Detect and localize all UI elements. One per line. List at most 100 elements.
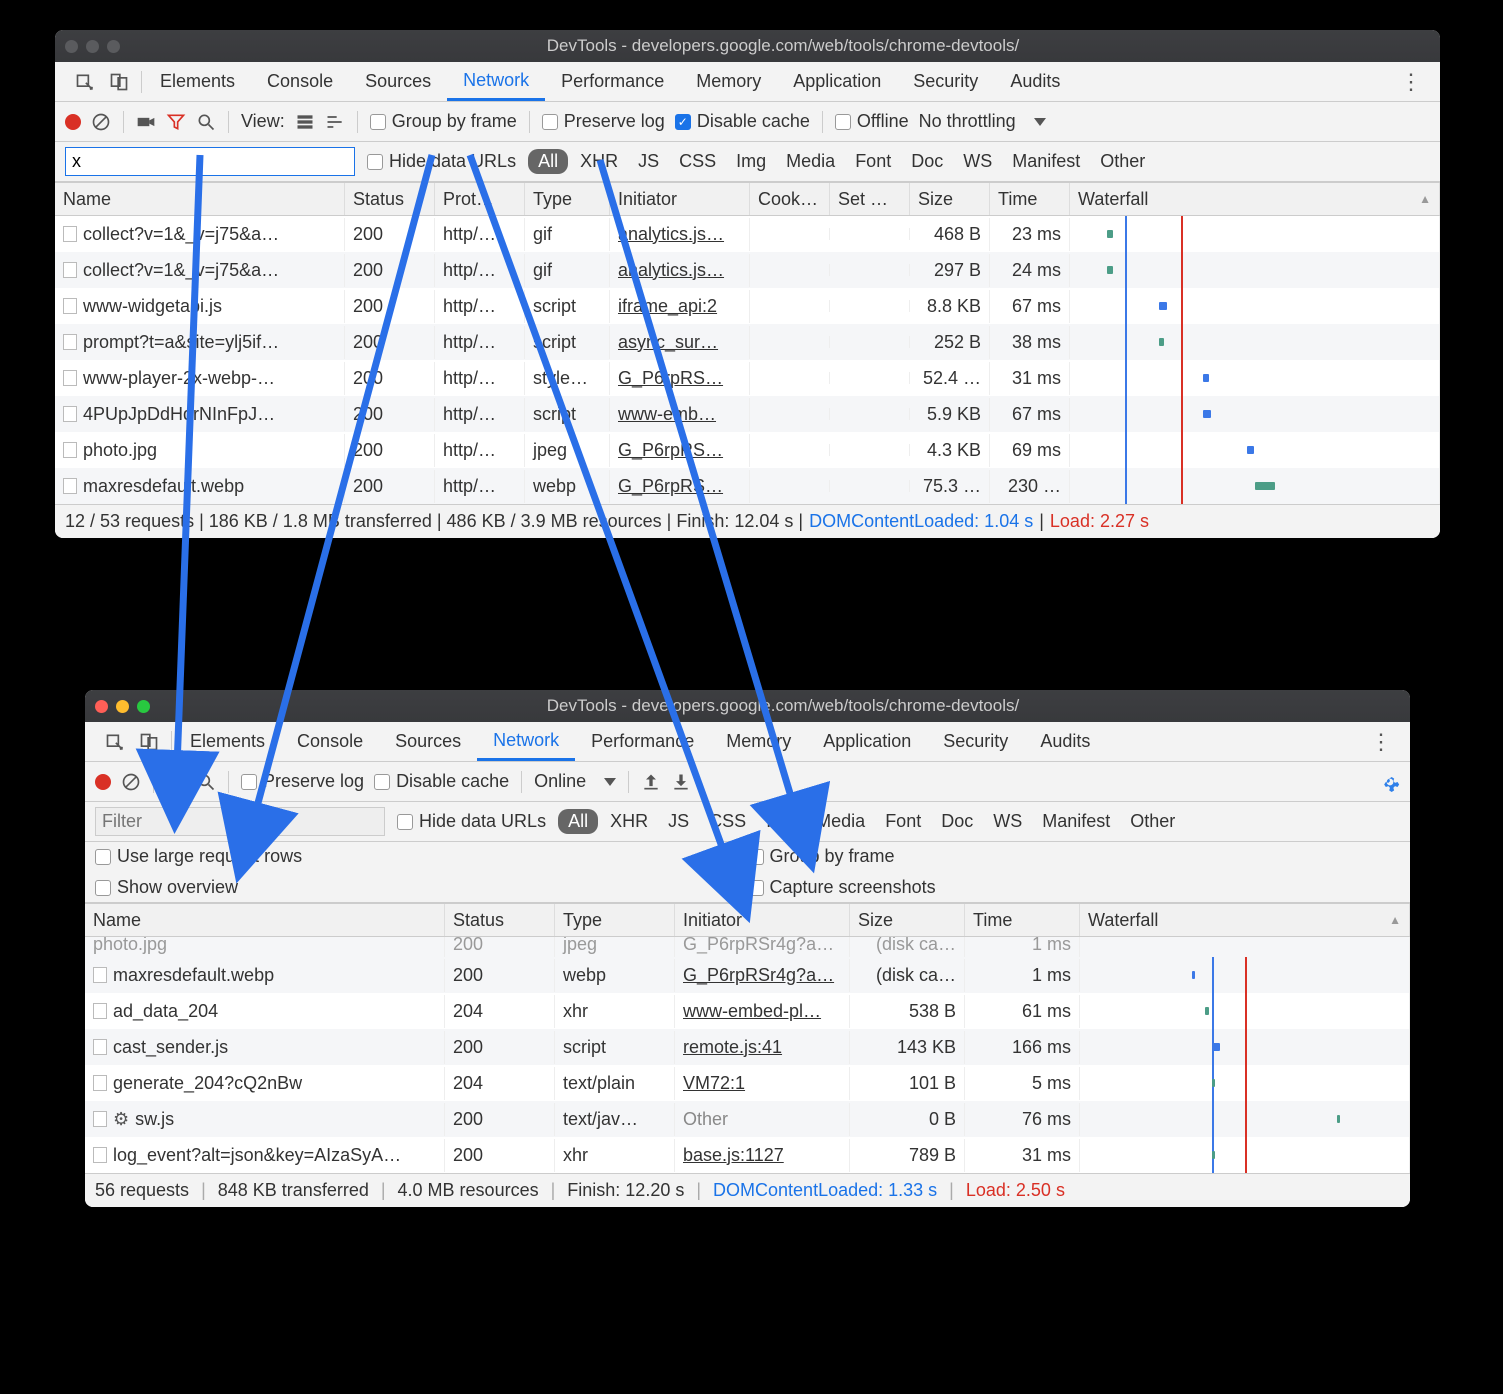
column-header[interactable]: Status xyxy=(445,904,555,936)
tab-console[interactable]: Console xyxy=(281,722,379,761)
initiator-link[interactable]: www-emb… xyxy=(618,404,716,425)
initiator-link[interactable]: remote.js:41 xyxy=(683,1037,782,1058)
filter-chip-xhr[interactable]: XHR xyxy=(602,809,656,834)
tab-performance[interactable]: Performance xyxy=(575,722,710,761)
table-row[interactable]: 4PUpJpDdHqrNInFpJ…200http/…scriptwww-emb… xyxy=(55,396,1440,432)
column-header[interactable]: Name xyxy=(55,183,345,215)
table-row[interactable]: ⚙sw.js200text/jav…Other0 B76 ms xyxy=(85,1101,1410,1137)
column-header[interactable]: Waterfall▲ xyxy=(1070,183,1440,215)
tab-network[interactable]: Network xyxy=(447,62,545,101)
column-header[interactable]: Size xyxy=(910,183,990,215)
table-row[interactable]: www-widgetapi.js200http/…scriptiframe_ap… xyxy=(55,288,1440,324)
column-header[interactable]: Initiator xyxy=(610,183,750,215)
tab-memory[interactable]: Memory xyxy=(680,62,777,101)
group-by-frame-checkbox[interactable]: Group by frame xyxy=(370,111,517,132)
table-row[interactable]: collect?v=1&_v=j75&a…200http/…gifanalyti… xyxy=(55,216,1440,252)
more-menu-icon[interactable]: ⋮ xyxy=(1392,69,1430,95)
tab-security[interactable]: Security xyxy=(927,722,1024,761)
initiator-link[interactable]: analytics.js… xyxy=(618,260,724,281)
show-overview-checkbox[interactable]: Show overview xyxy=(95,877,748,898)
column-header[interactable]: Name xyxy=(85,904,445,936)
close-dot[interactable] xyxy=(65,40,78,53)
column-header[interactable]: Waterfall▲ xyxy=(1080,904,1410,936)
tab-application[interactable]: Application xyxy=(777,62,897,101)
column-header[interactable]: Type xyxy=(525,183,610,215)
initiator-link[interactable]: G_P6rpRS… xyxy=(618,368,723,389)
filter-chip-all[interactable]: All xyxy=(528,149,568,174)
tab-application[interactable]: Application xyxy=(807,722,927,761)
more-menu-icon[interactable]: ⋮ xyxy=(1362,729,1400,755)
column-header[interactable]: Time xyxy=(965,904,1080,936)
column-header[interactable]: Set … xyxy=(830,183,910,215)
download-har-icon[interactable] xyxy=(671,772,691,792)
tab-audits[interactable]: Audits xyxy=(1024,722,1106,761)
initiator-link[interactable]: base.js:1127 xyxy=(683,1145,784,1166)
filter-chip-other[interactable]: Other xyxy=(1092,149,1153,174)
search-icon[interactable] xyxy=(196,772,216,792)
search-icon[interactable] xyxy=(196,112,216,132)
filter-chip-js[interactable]: JS xyxy=(660,809,697,834)
camera-icon[interactable] xyxy=(136,112,156,132)
minimize-dot[interactable] xyxy=(116,700,129,713)
overview-icon[interactable] xyxy=(325,112,345,132)
initiator-link[interactable]: G_P6rpRSr4g?a… xyxy=(683,965,834,986)
tab-sources[interactable]: Sources xyxy=(379,722,477,761)
large-rows-checkbox[interactable]: Use large request rows xyxy=(95,846,748,867)
preserve-log-checkbox[interactable]: Preserve log xyxy=(542,111,665,132)
tab-security[interactable]: Security xyxy=(897,62,994,101)
table-row[interactable]: log_event?alt=json&key=AIzaSyA…200xhrbas… xyxy=(85,1137,1410,1173)
throttling-select[interactable]: No throttling xyxy=(919,111,1046,132)
filter-chip-css[interactable]: CSS xyxy=(701,809,754,834)
hide-data-urls-checkbox[interactable]: Hide data URLs xyxy=(367,151,516,172)
zoom-dot[interactable] xyxy=(137,700,150,713)
filter-chip-font[interactable]: Font xyxy=(847,149,899,174)
filter-chip-css[interactable]: CSS xyxy=(671,149,724,174)
initiator-link[interactable]: async_sur… xyxy=(618,332,718,353)
column-header[interactable]: Time xyxy=(990,183,1070,215)
table-row[interactable]: generate_204?cQ2nBw204text/plainVM72:110… xyxy=(85,1065,1410,1101)
clear-icon[interactable] xyxy=(91,112,111,132)
filter-chip-all[interactable]: All xyxy=(558,809,598,834)
table-row[interactable]: collect?v=1&_v=j75&a…200http/…gifanalyti… xyxy=(55,252,1440,288)
column-header[interactable]: Prot… xyxy=(435,183,525,215)
tab-performance[interactable]: Performance xyxy=(545,62,680,101)
inspect-icon[interactable] xyxy=(105,732,125,752)
preserve-log-checkbox[interactable]: Preserve log xyxy=(241,771,364,792)
tab-audits[interactable]: Audits xyxy=(994,62,1076,101)
initiator-link[interactable]: VM72:1 xyxy=(683,1073,745,1094)
initiator-link[interactable]: G_P6rpRS… xyxy=(618,440,723,461)
column-header[interactable]: Initiator xyxy=(675,904,850,936)
tab-sources[interactable]: Sources xyxy=(349,62,447,101)
disable-cache-checkbox[interactable]: ✓Disable cache xyxy=(675,111,810,132)
close-dot[interactable] xyxy=(95,700,108,713)
filter-chip-img[interactable]: Img xyxy=(758,809,804,834)
filter-chip-manifest[interactable]: Manifest xyxy=(1034,809,1118,834)
filter-chip-other[interactable]: Other xyxy=(1122,809,1183,834)
hide-data-urls-checkbox[interactable]: Hide data URLs xyxy=(397,811,546,832)
filter-chip-js[interactable]: JS xyxy=(630,149,667,174)
record-button[interactable] xyxy=(65,114,81,130)
initiator-link[interactable]: analytics.js… xyxy=(618,224,724,245)
filter-chip-ws[interactable]: WS xyxy=(985,809,1030,834)
column-header[interactable]: Type xyxy=(555,904,675,936)
table-row[interactable]: www-player-2x-webp-…200http/…style…G_P6r… xyxy=(55,360,1440,396)
table-row[interactable]: photo.jpg200jpegG_P6rpRSr4g?a…(disk ca…1… xyxy=(85,937,1410,957)
large-rows-icon[interactable] xyxy=(295,112,315,132)
filter-funnel-icon[interactable] xyxy=(166,112,186,132)
device-icon[interactable] xyxy=(109,72,129,92)
table-row[interactable]: cast_sender.js200scriptremote.js:41143 K… xyxy=(85,1029,1410,1065)
filter-chip-media[interactable]: Media xyxy=(808,809,873,834)
minimize-dot[interactable] xyxy=(86,40,99,53)
initiator-link[interactable]: www-embed-pl… xyxy=(683,1001,821,1022)
filter-chip-doc[interactable]: Doc xyxy=(903,149,951,174)
upload-har-icon[interactable] xyxy=(641,772,661,792)
filter-chip-doc[interactable]: Doc xyxy=(933,809,981,834)
filter-input[interactable] xyxy=(65,147,355,176)
column-header[interactable]: Status xyxy=(345,183,435,215)
device-icon[interactable] xyxy=(139,732,159,752)
tab-network[interactable]: Network xyxy=(477,722,575,761)
tab-console[interactable]: Console xyxy=(251,62,349,101)
inspect-icon[interactable] xyxy=(75,72,95,92)
column-header[interactable]: Size xyxy=(850,904,965,936)
tab-memory[interactable]: Memory xyxy=(710,722,807,761)
